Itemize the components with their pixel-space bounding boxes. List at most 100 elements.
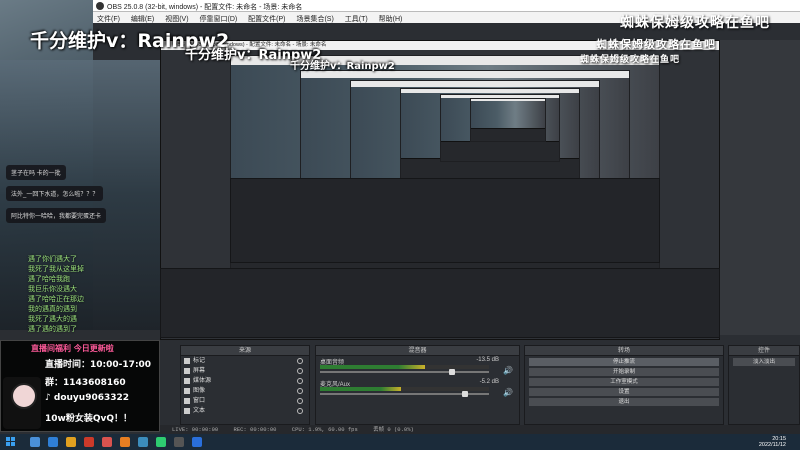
- speaker-icon[interactable]: 🔊: [503, 366, 513, 375]
- source-label: 文本: [193, 408, 206, 414]
- chrome-icon[interactable]: [156, 437, 166, 447]
- windows-taskbar: 20:15 2022/11/12: [0, 434, 800, 450]
- sources-dock-title: 来源: [181, 346, 309, 356]
- cpu-usage: CPU: 1.9%, 60.00 fps: [291, 426, 358, 433]
- obs-taskbar-icon[interactable]: [174, 437, 184, 447]
- nested-dock-row: [160, 268, 720, 338]
- speaker-icon[interactable]: 🔊: [503, 388, 513, 397]
- promo-hours-label: 直播时间: [45, 360, 82, 370]
- chat-line: 我死了遇大的遇: [28, 315, 77, 323]
- source-label: 图像: [193, 388, 206, 394]
- menu-tools[interactable]: 工具(T): [345, 14, 368, 24]
- promo-hours-value: 10:00-17:00: [90, 360, 152, 370]
- menu-scene-collection[interactable]: 场景集合(S): [296, 14, 333, 24]
- exit-button[interactable]: 退出: [529, 398, 719, 406]
- app-icon[interactable]: [102, 437, 112, 447]
- browser-icon[interactable]: [48, 437, 58, 447]
- taskbar-clock: 20:15 2022/11/12: [759, 436, 786, 448]
- mixer-channel: 桌面音频 -13.5 dB 🔊: [316, 356, 519, 378]
- controls-dock-title: 控件: [729, 346, 799, 356]
- eye-icon[interactable]: [297, 388, 303, 394]
- window-icon: [184, 398, 190, 404]
- mixer-dock: 混音器 桌面音频 -13.5 dB 🔊 麦克风/Aux -5.2 dB 🔊: [315, 345, 520, 425]
- chat-line: 我死了我从这里掉: [28, 265, 84, 273]
- chat-line: 我巨乐你没遇大: [28, 285, 77, 293]
- watermark-promo: 蜘蛛保姆级攻略在鱼吧: [620, 15, 770, 31]
- source-item[interactable]: 标记: [181, 356, 309, 366]
- transitions-dock-title: 转场: [525, 346, 723, 356]
- source-item[interactable]: 媒体源: [181, 376, 309, 386]
- chat-bubble: 茎子在吗 卡的一批: [6, 165, 66, 180]
- watermark-promo: 蜘蛛保姆级攻略在鱼吧: [596, 38, 716, 51]
- audio-meter: [320, 365, 489, 369]
- obs-logo-icon: [96, 2, 104, 10]
- stop-stream-button[interactable]: 停止推流: [529, 358, 719, 366]
- volume-slider[interactable]: [320, 371, 489, 373]
- sources-dock: 来源 标记 屏幕 媒体源 图像 窗口 文本: [180, 345, 310, 425]
- menu-profile[interactable]: 配置文件(P): [248, 14, 285, 24]
- app-icon[interactable]: [84, 437, 94, 447]
- source-item[interactable]: 屏幕: [181, 366, 309, 376]
- chat-line: 我的遇真的遇到: [28, 305, 77, 313]
- anime-avatar: [3, 377, 41, 429]
- menu-file[interactable]: 文件(F): [97, 14, 120, 24]
- eye-icon[interactable]: [297, 378, 303, 384]
- start-recording-button[interactable]: 开始录制: [529, 368, 719, 376]
- text-source-icon: [184, 358, 190, 364]
- app-icon[interactable]: [138, 437, 148, 447]
- source-item[interactable]: 文本: [181, 406, 309, 416]
- studio-mode-button[interactable]: 工作室模式: [529, 378, 719, 386]
- promo-group-row: 群：1143608160: [45, 378, 126, 388]
- volume-slider-handle[interactable]: [448, 369, 455, 375]
- text-source-icon: [184, 408, 190, 414]
- promo-goal: 10w粉女装QvQ！！: [45, 414, 133, 424]
- eye-icon[interactable]: [297, 398, 303, 404]
- menu-view[interactable]: 视图(V): [165, 14, 188, 24]
- menu-edit[interactable]: 编辑(E): [131, 14, 154, 24]
- file-explorer-icon[interactable]: [66, 437, 76, 447]
- douyu-icon: ♪: [45, 393, 54, 403]
- menu-help[interactable]: 帮助(H): [379, 14, 403, 24]
- dropped-frames: 丢帧 0 (0.0%): [373, 426, 414, 433]
- transition-select[interactable]: 淡入淡出: [733, 358, 795, 366]
- source-label: 媒体源: [193, 378, 212, 384]
- mixer-channel-db: -5.2 dB: [479, 379, 499, 385]
- monitor-icon: [184, 368, 190, 374]
- transitions-dock: 转场 停止推流 开始录制 工作室模式 设置 退出: [524, 345, 724, 425]
- promo-douyu-row: ♪ douyu9063322: [45, 393, 129, 403]
- chat-line: 遇了哈哈我跑: [28, 275, 70, 283]
- source-label: 屏幕: [193, 368, 206, 374]
- app-icon[interactable]: [120, 437, 130, 447]
- promo-goal-row: 10w粉女装QvQ！！: [45, 411, 132, 424]
- promo-group-label: 群: [45, 378, 55, 388]
- menu-docks[interactable]: 停靠窗口(D): [200, 14, 238, 24]
- source-label: 标记: [193, 358, 206, 364]
- eye-icon[interactable]: [297, 368, 303, 374]
- chat-line: 遇了你们遇大了: [28, 255, 77, 263]
- promo-title: 直播间福利 今日更新啦: [31, 344, 114, 353]
- chat-line: 遇了遇的遇到了: [28, 325, 77, 333]
- watermark-contact: 千分维护v：Rainpw2: [290, 61, 395, 72]
- window-title: OBS 25.0.8 (32-bit, windows) - 配置文件: 未命名…: [107, 4, 303, 11]
- right-dock-area: [720, 40, 800, 335]
- windows-start-icon[interactable]: [6, 437, 16, 447]
- mixer-channel-db: -13.5 dB: [476, 357, 499, 363]
- source-item[interactable]: 图像: [181, 386, 309, 396]
- source-label: 窗口: [193, 398, 206, 404]
- search-icon[interactable]: [30, 437, 40, 447]
- chat-bubble: 阿比特你一哈哈，我都要完蛋还卡: [6, 208, 107, 223]
- settings-button[interactable]: 设置: [529, 388, 719, 396]
- live-timer: LIVE: 00:00:00: [172, 426, 219, 433]
- chat-bubble: 法外_一回下水道，怎么啦？？？: [6, 186, 104, 201]
- promo-group-value: 1143608160: [63, 378, 126, 388]
- app-icon[interactable]: [192, 437, 202, 447]
- streamer-promo-overlay: 直播间福利 今日更新啦 直播时间：10:00-17:00 群：114360816…: [0, 340, 160, 432]
- volume-slider-handle[interactable]: [462, 391, 469, 397]
- obs-screen-capture: OBS 25.0.8 (32-bit, windows) - 配置文件: 未命名…: [0, 0, 800, 450]
- nested-dock-row: [230, 178, 660, 263]
- eye-icon[interactable]: [297, 358, 303, 364]
- source-item[interactable]: 窗口: [181, 396, 309, 406]
- eye-icon[interactable]: [297, 408, 303, 414]
- controls-dock: 控件 淡入淡出: [728, 345, 800, 425]
- mixer-dock-title: 混音器: [316, 346, 519, 356]
